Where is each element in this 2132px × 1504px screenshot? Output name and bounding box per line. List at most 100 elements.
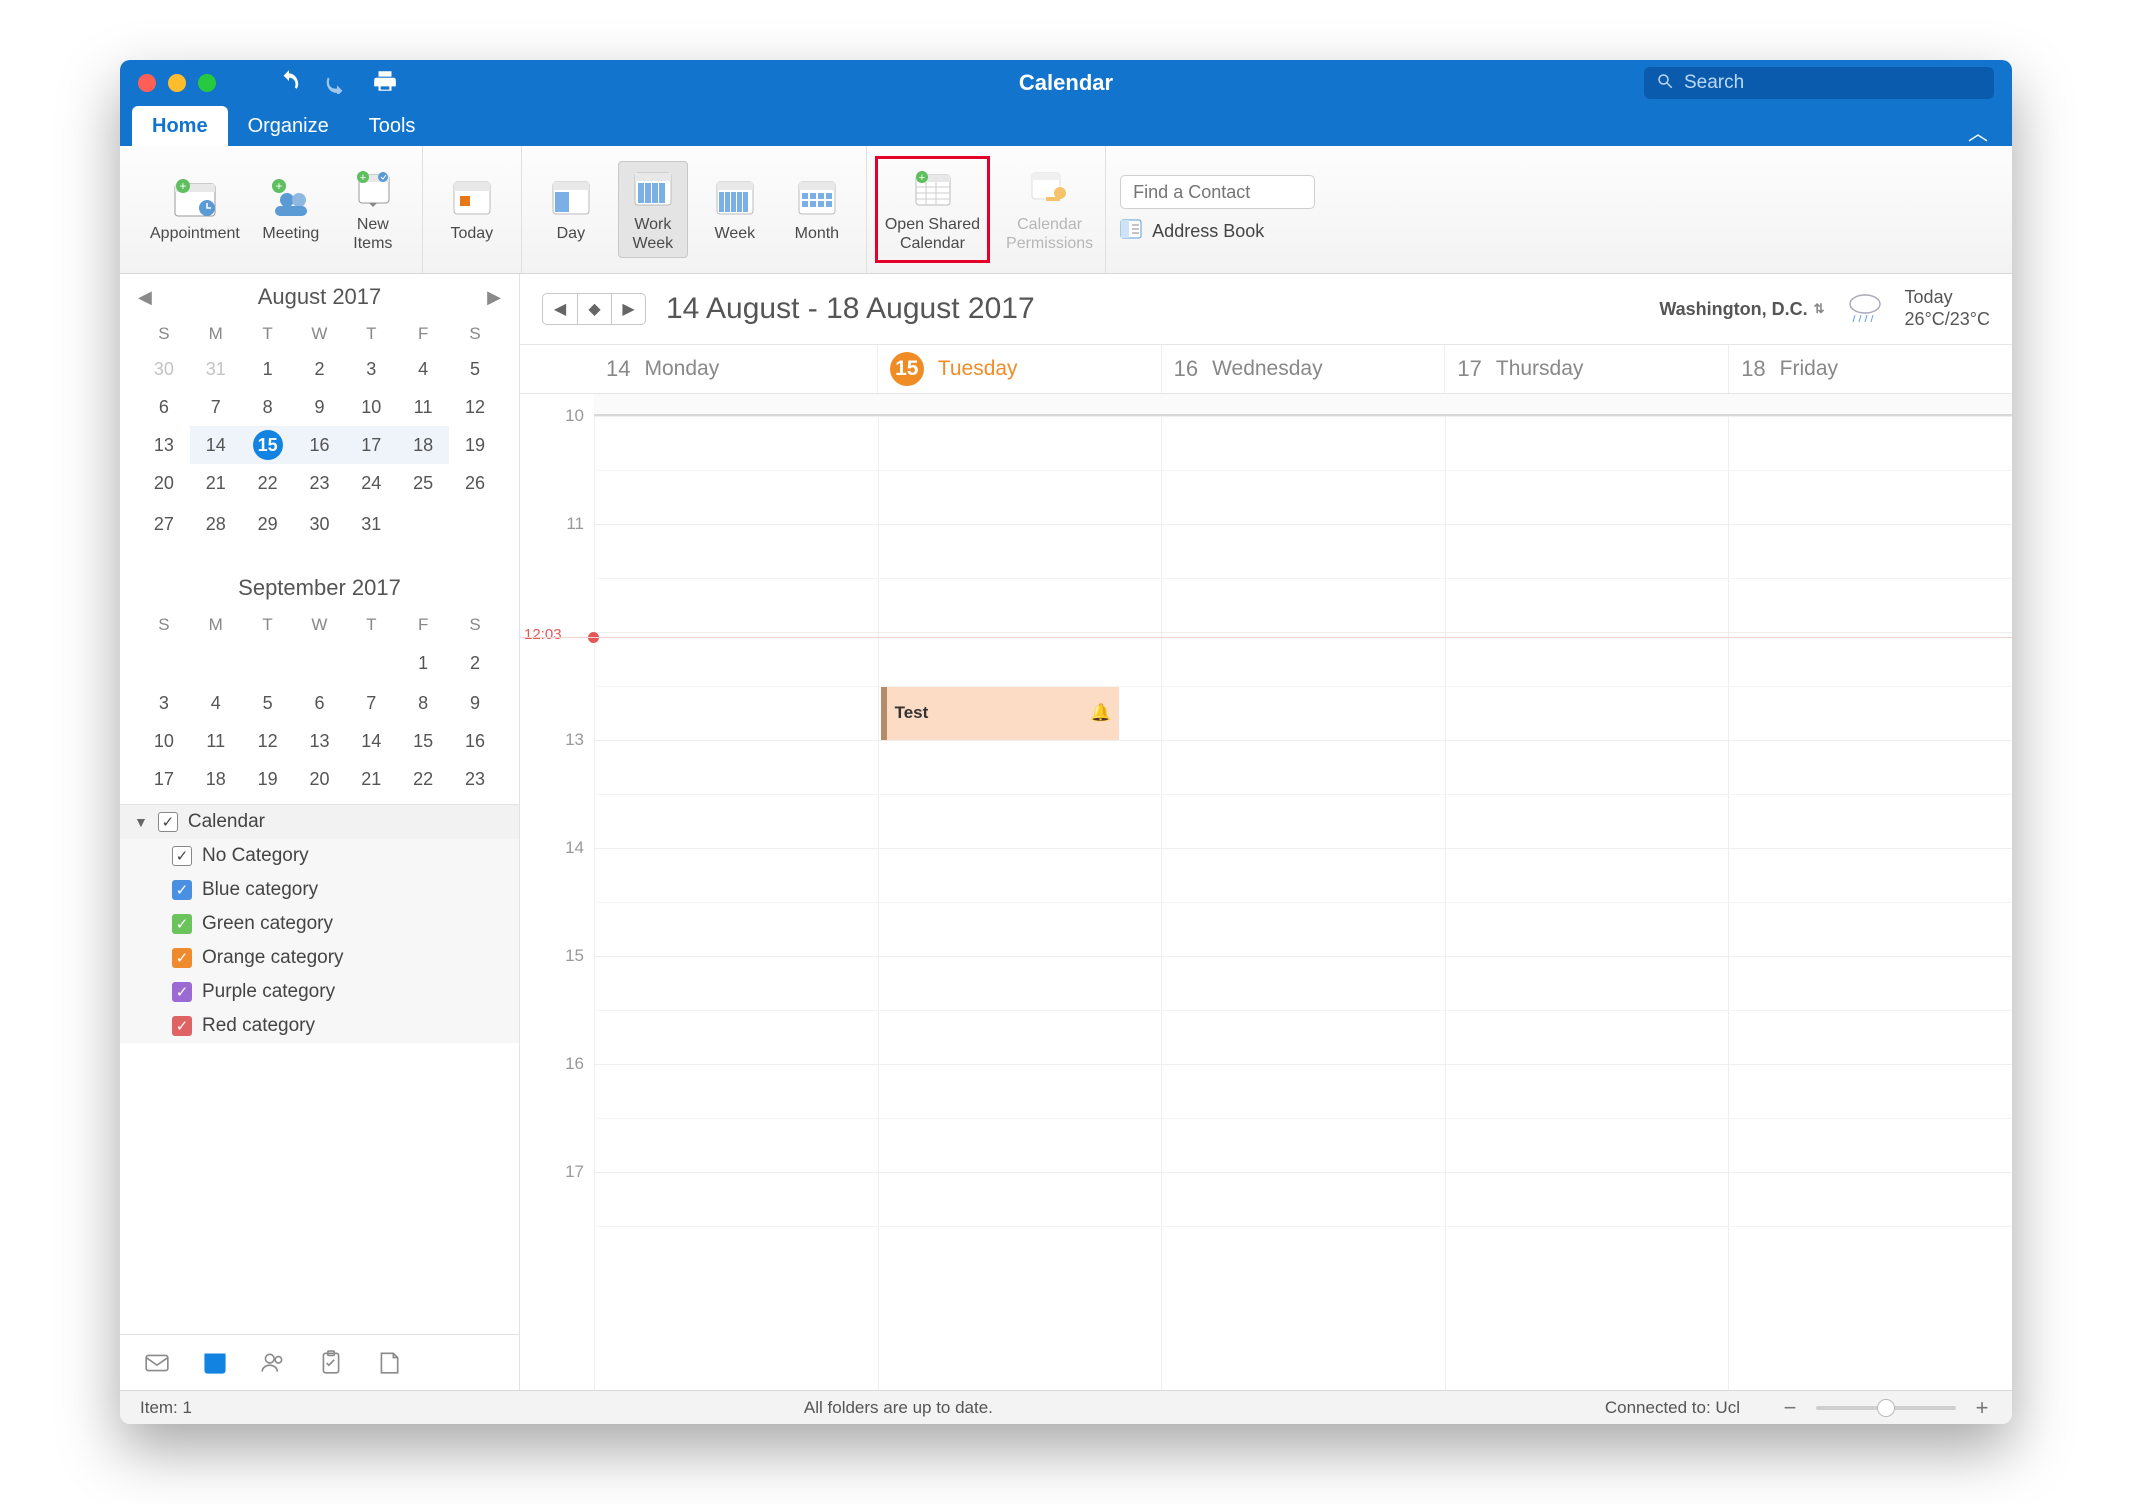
- new-items-button[interactable]: + New Items: [338, 162, 408, 257]
- redo-icon[interactable]: [324, 68, 350, 99]
- appointment-button[interactable]: + Appointment: [146, 171, 244, 247]
- day-column[interactable]: [1728, 416, 2012, 1390]
- mini-cal-day[interactable]: [190, 641, 242, 684]
- zoom-window-button[interactable]: [198, 74, 216, 92]
- mini-cal-day[interactable]: 20: [294, 760, 346, 798]
- mini-cal-day[interactable]: 22: [242, 464, 294, 502]
- mini-cal-day[interactable]: 14: [345, 722, 397, 760]
- notes-nav-icon[interactable]: [374, 1348, 404, 1378]
- mini-cal-day[interactable]: 18: [397, 426, 449, 464]
- day-header[interactable]: 15 Tuesday: [877, 345, 1161, 393]
- mini-cal-day[interactable]: 8: [397, 684, 449, 722]
- location-picker[interactable]: Washington, D.C. ⇅: [1659, 299, 1824, 320]
- close-window-button[interactable]: [138, 74, 156, 92]
- calendar-checkbox[interactable]: [158, 812, 178, 832]
- checkbox-icon[interactable]: [172, 880, 192, 900]
- mini-cal-day[interactable]: 12: [242, 722, 294, 760]
- mini-cal-day[interactable]: 15: [397, 722, 449, 760]
- next-week-icon[interactable]: ▶: [611, 294, 645, 324]
- calendar-tree-header[interactable]: ▼ Calendar: [120, 805, 519, 839]
- zoom-out-button[interactable]: −: [1780, 1395, 1800, 1421]
- prev-month-icon[interactable]: ◀: [138, 287, 152, 308]
- mini-cal-day[interactable]: 25: [397, 464, 449, 502]
- mini-cal-day[interactable]: 28: [190, 502, 242, 545]
- mini-cal-day[interactable]: 22: [397, 760, 449, 798]
- mini-cal-day[interactable]: 17: [138, 760, 190, 798]
- mini-cal-day[interactable]: [449, 502, 501, 545]
- mini-cal-day[interactable]: 18: [190, 760, 242, 798]
- find-contact-input[interactable]: [1120, 175, 1315, 209]
- mini-cal-day[interactable]: 27: [138, 502, 190, 545]
- checkbox-icon[interactable]: [172, 982, 192, 1002]
- checkbox-icon[interactable]: [172, 1016, 192, 1036]
- mini-cal-day[interactable]: 15: [242, 426, 294, 464]
- calendar-permissions-button[interactable]: Calendar Permissions: [1002, 162, 1097, 257]
- mini-cal-day[interactable]: 3: [345, 350, 397, 388]
- category-purple[interactable]: Purple category: [120, 975, 519, 1009]
- mini-cal-day[interactable]: 23: [294, 464, 346, 502]
- address-book-button[interactable]: Address Book: [1120, 219, 1264, 244]
- category-no-category[interactable]: No Category: [120, 839, 519, 873]
- mini-cal-day[interactable]: [294, 641, 346, 684]
- mini-cal-day[interactable]: 7: [345, 684, 397, 722]
- mini-cal-day[interactable]: 10: [138, 722, 190, 760]
- search-input[interactable]: [1684, 72, 1982, 94]
- mini-cal-day[interactable]: 19: [242, 760, 294, 798]
- collapse-ribbon-icon[interactable]: ︿: [1968, 117, 1988, 146]
- day-column[interactable]: [594, 416, 878, 1390]
- mini-cal-day[interactable]: 13: [294, 722, 346, 760]
- mini-cal-day[interactable]: [397, 502, 449, 545]
- day-header[interactable]: 18 Friday: [1728, 345, 2012, 393]
- prev-week-icon[interactable]: ◀: [543, 294, 577, 324]
- mini-cal-day[interactable]: 11: [397, 388, 449, 426]
- zoom-in-button[interactable]: +: [1972, 1395, 1992, 1421]
- time-grid[interactable]: 10111314151617 Test 🔔 12:03: [520, 394, 2012, 1390]
- today-nav-icon[interactable]: ◆: [577, 294, 611, 324]
- day-header[interactable]: 16 Wednesday: [1161, 345, 1445, 393]
- mini-cal-day[interactable]: 6: [294, 684, 346, 722]
- mini-cal-day[interactable]: 6: [138, 388, 190, 426]
- checkbox-icon[interactable]: [172, 914, 192, 934]
- week-view-button[interactable]: Week: [700, 171, 770, 247]
- mini-cal-day[interactable]: [138, 641, 190, 684]
- checkbox-icon[interactable]: [172, 948, 192, 968]
- day-column[interactable]: [1445, 416, 1729, 1390]
- day-column[interactable]: Test 🔔: [878, 416, 1162, 1390]
- mini-cal-day[interactable]: 1: [397, 641, 449, 684]
- print-icon[interactable]: [372, 68, 398, 99]
- day-view-button[interactable]: Day: [536, 171, 606, 247]
- open-shared-calendar-button[interactable]: + Open Shared Calendar: [881, 162, 984, 257]
- category-red[interactable]: Red category: [120, 1009, 519, 1043]
- tasks-nav-icon[interactable]: [316, 1348, 346, 1378]
- minimize-window-button[interactable]: [168, 74, 186, 92]
- meeting-button[interactable]: + Meeting: [256, 171, 326, 247]
- search-box[interactable]: [1644, 67, 1994, 99]
- mini-cal-day[interactable]: 4: [190, 684, 242, 722]
- mini-cal-day[interactable]: 14: [190, 426, 242, 464]
- mini-cal-day[interactable]: 4: [397, 350, 449, 388]
- mini-cal-day[interactable]: 31: [190, 350, 242, 388]
- mini-cal-day[interactable]: 17: [345, 426, 397, 464]
- mini-cal-day[interactable]: [345, 641, 397, 684]
- undo-icon[interactable]: [276, 68, 302, 99]
- calendar-event[interactable]: Test 🔔: [881, 686, 1120, 740]
- mini-cal-day[interactable]: 1: [242, 350, 294, 388]
- mini-cal-day[interactable]: 31: [345, 502, 397, 545]
- mini-cal-day[interactable]: 11: [190, 722, 242, 760]
- mini-cal-day[interactable]: 3: [138, 684, 190, 722]
- mini-cal-day[interactable]: 10: [345, 388, 397, 426]
- tab-organize[interactable]: Organize: [228, 106, 349, 146]
- zoom-slider[interactable]: [1816, 1406, 1956, 1410]
- tab-tools[interactable]: Tools: [349, 106, 436, 146]
- all-day-row[interactable]: [594, 394, 2012, 416]
- mini-cal-day[interactable]: 19: [449, 426, 501, 464]
- mini-cal-day[interactable]: [242, 641, 294, 684]
- tab-home[interactable]: Home: [132, 106, 228, 146]
- day-header[interactable]: 17 Thursday: [1444, 345, 1728, 393]
- mini-cal-day[interactable]: 5: [242, 684, 294, 722]
- today-button[interactable]: Today: [437, 171, 507, 247]
- mini-cal-day[interactable]: 9: [449, 684, 501, 722]
- mini-cal-day[interactable]: 9: [294, 388, 346, 426]
- people-nav-icon[interactable]: [258, 1348, 288, 1378]
- mini-cal-day[interactable]: 12: [449, 388, 501, 426]
